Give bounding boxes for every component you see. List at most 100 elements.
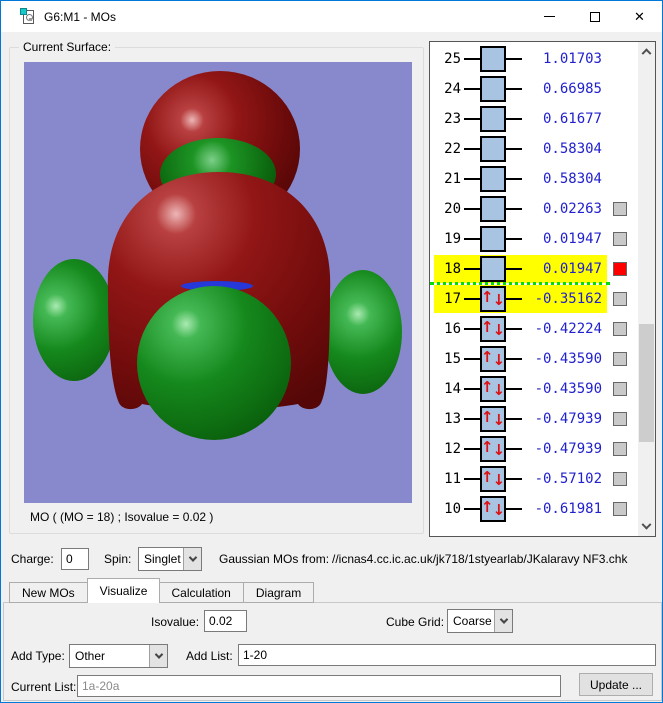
mo-visible-checkbox[interactable] xyxy=(613,352,627,366)
scroll-down-button[interactable] xyxy=(638,519,655,536)
tab-bar: New MOs Visualize Calculation Diagram xyxy=(9,578,315,603)
scroll-up-button[interactable] xyxy=(638,42,655,59)
mo-list-scrollbar[interactable] xyxy=(638,42,655,536)
orbital-occupancy-box[interactable] xyxy=(480,166,506,192)
mo-row-11[interactable]: 11 ↑ ↓ -0.57102 xyxy=(430,464,638,494)
orbital-occupancy-box[interactable] xyxy=(480,106,506,132)
add-type-select[interactable]: Other xyxy=(69,644,168,668)
mo-row-18[interactable]: 18 0.01947 xyxy=(430,254,638,284)
mo-visible-checkbox[interactable] xyxy=(613,292,627,306)
mo-number: 19 xyxy=(444,231,461,247)
minimize-button[interactable] xyxy=(527,1,572,32)
add-type-label: Add Type: xyxy=(11,649,65,663)
mo-row-10[interactable]: 10 ↑ ↓ -0.61981 xyxy=(430,494,638,524)
close-button[interactable]: ✕ xyxy=(617,1,662,32)
mo-row-content: 21 0.58304 xyxy=(434,165,607,193)
mo-visible-checkbox[interactable] xyxy=(613,502,627,516)
mo-visible-checkbox[interactable] xyxy=(613,232,627,246)
orbital-occupancy-box[interactable] xyxy=(480,46,506,72)
add-list-input[interactable] xyxy=(238,644,656,666)
level-line xyxy=(464,328,480,330)
molecular-orbital-rendering xyxy=(33,71,402,440)
tab-new-mos[interactable]: New MOs xyxy=(9,582,88,603)
mo-source-label: Gaussian MOs from: xyxy=(219,552,330,566)
mo-energy-value: -0.35162 xyxy=(534,291,602,307)
mo-visible-checkbox[interactable] xyxy=(613,322,627,336)
charge-input[interactable] xyxy=(61,548,89,570)
level-line xyxy=(506,298,522,300)
minimize-icon xyxy=(544,16,555,17)
orbital-occupancy-box[interactable]: ↑ ↓ xyxy=(480,436,506,462)
mo-row-20[interactable]: 20 0.02263 xyxy=(430,194,638,224)
mo-energy-value: -0.43590 xyxy=(534,351,602,367)
close-icon: ✕ xyxy=(634,9,645,24)
tab-calculation[interactable]: Calculation xyxy=(159,582,244,603)
mo-visible-checkbox[interactable] xyxy=(613,202,627,216)
mo-visible-checkbox[interactable] xyxy=(613,412,627,426)
mo-energy-value: 0.01947 xyxy=(542,231,602,247)
cube-grid-label: Cube Grid: xyxy=(386,615,445,629)
orbital-occupancy-box[interactable]: ↑ ↓ xyxy=(480,376,506,402)
maximize-button[interactable] xyxy=(572,1,617,32)
mo-level-list: 25 1.01703 24 0.66985 23 0.61677 22 0.58304 21 0.… xyxy=(429,41,656,537)
isovalue-input[interactable] xyxy=(204,610,247,632)
level-line xyxy=(506,268,522,270)
orbital-occupancy-box[interactable]: ↑ ↓ xyxy=(480,466,506,492)
scrollbar-thumb[interactable] xyxy=(639,324,654,442)
mo-energy-value: -0.47939 xyxy=(534,441,602,457)
mo-row-14[interactable]: 14 ↑ ↓ -0.43590 xyxy=(430,374,638,404)
level-line xyxy=(464,178,480,180)
add-list-label: Add List: xyxy=(186,649,233,663)
orbital-occupancy-box[interactable] xyxy=(480,226,506,252)
orbital-occupancy-box[interactable]: ↑ ↓ xyxy=(480,406,506,432)
tab-diagram[interactable]: Diagram xyxy=(243,582,315,603)
spin-down-arrow: ↓ xyxy=(492,471,506,489)
level-line xyxy=(464,298,480,300)
level-line xyxy=(506,508,522,510)
tab-visualize[interactable]: Visualize xyxy=(86,578,161,603)
mo-row-24[interactable]: 24 0.66985 xyxy=(430,74,638,104)
mo-number: 22 xyxy=(444,141,461,157)
charge-label: Charge: xyxy=(11,552,54,566)
mo-surface-viewport[interactable] xyxy=(24,62,412,503)
orbital-occupancy-box[interactable]: ↑ ↓ xyxy=(480,286,506,312)
orbital-occupancy-box[interactable]: ↑ ↓ xyxy=(480,316,506,342)
orbital-occupancy-box[interactable] xyxy=(480,196,506,222)
mo-row-13[interactable]: 13 ↑ ↓ -0.47939 xyxy=(430,404,638,434)
cube-grid-select[interactable]: Coarse xyxy=(447,609,513,633)
spin-down-arrow: ↓ xyxy=(492,441,506,459)
orbital-occupancy-box[interactable]: ↑ ↓ xyxy=(480,346,506,372)
current-list-label: Current List: xyxy=(11,680,77,694)
orbital-occupancy-box[interactable]: ↑ ↓ xyxy=(480,496,506,522)
mo-energy-value: -0.43590 xyxy=(534,381,602,397)
cube-grid-selected-value: Coarse xyxy=(453,614,492,628)
mo-row-15[interactable]: 15 ↑ ↓ -0.43590 xyxy=(430,344,638,374)
chevron-up-icon xyxy=(641,48,652,59)
mo-energy-value: -0.57102 xyxy=(534,471,602,487)
mo-row-21[interactable]: 21 0.58304 xyxy=(430,164,638,194)
mo-row-content: 11 ↑ ↓ -0.57102 xyxy=(434,465,607,493)
update-button[interactable]: Update ... xyxy=(579,673,653,696)
level-line xyxy=(506,448,522,450)
orbital-occupancy-box[interactable] xyxy=(480,76,506,102)
chevron-down-icon xyxy=(188,553,197,562)
mo-visible-checkbox[interactable] xyxy=(613,382,627,396)
mo-row-content: 23 0.61677 xyxy=(434,105,607,133)
mo-row-23[interactable]: 23 0.61677 xyxy=(430,104,638,134)
mo-visible-checkbox[interactable] xyxy=(613,472,627,486)
mo-row-16[interactable]: 16 ↑ ↓ -0.42224 xyxy=(430,314,638,344)
level-line xyxy=(506,208,522,210)
maximize-icon xyxy=(589,11,600,22)
mo-visible-checkbox[interactable] xyxy=(613,262,627,276)
spin-select[interactable]: Singlet xyxy=(138,547,202,571)
mo-row-25[interactable]: 25 1.01703 xyxy=(430,44,638,74)
mo-row-12[interactable]: 12 ↑ ↓ -0.47939 xyxy=(430,434,638,464)
level-line xyxy=(506,238,522,240)
mo-number: 25 xyxy=(444,51,461,67)
mo-visible-checkbox[interactable] xyxy=(613,442,627,456)
mo-row-19[interactable]: 19 0.01947 xyxy=(430,224,638,254)
orbital-occupancy-box[interactable] xyxy=(480,136,506,162)
orbital-occupancy-box[interactable] xyxy=(480,256,506,282)
mo-row-22[interactable]: 22 0.58304 xyxy=(430,134,638,164)
mo-row-17[interactable]: 17 ↑ ↓ -0.35162 xyxy=(430,282,638,314)
